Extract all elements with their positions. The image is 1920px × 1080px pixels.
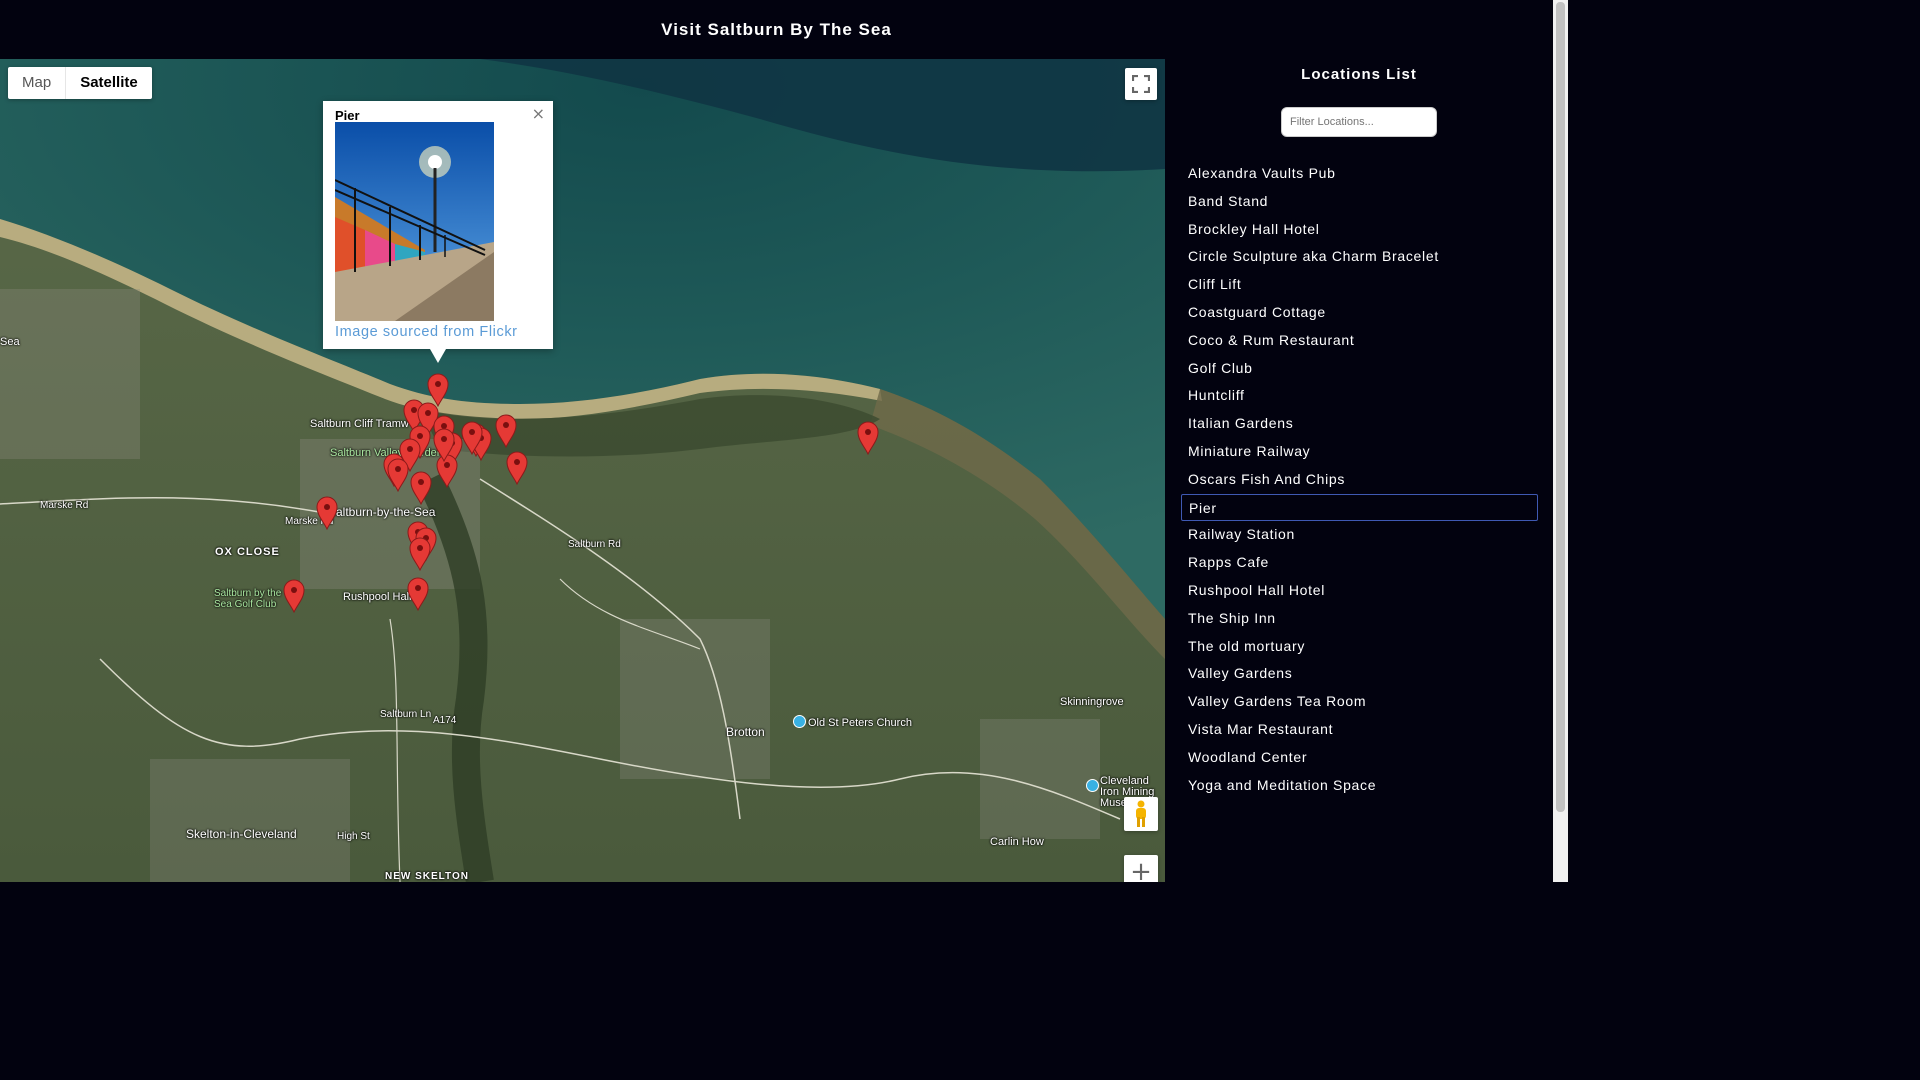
location-marker-icon[interactable]: [857, 421, 879, 456]
locations-list: Alexandra Vaults Pub Band Stand Brockley H…: [1181, 160, 1538, 799]
sidebar-title: Locations List: [1301, 66, 1417, 83]
map-type-map-button[interactable]: Map: [8, 67, 65, 99]
street-view-pegman-button[interactable]: [1124, 797, 1158, 831]
location-marker-icon[interactable]: [316, 496, 338, 531]
info-window: Pier × Image sourced from Flickr: [323, 101, 553, 363]
location-item[interactable]: Italian Gardens: [1181, 410, 1538, 438]
location-marker-icon[interactable]: [407, 577, 429, 612]
plus-icon: +: [1130, 857, 1152, 882]
pier-photo: [335, 122, 494, 321]
location-item[interactable]: Alexandra Vaults Pub: [1181, 160, 1538, 188]
scrollbar-thumb[interactable]: [1556, 2, 1565, 812]
flickr-source-link[interactable]: Image sourced from Flickr: [335, 324, 518, 340]
page-scrollbar[interactable]: [1553, 0, 1568, 882]
zoom-in-button[interactable]: +: [1124, 855, 1158, 882]
location-marker-icon[interactable]: [283, 579, 305, 614]
location-item[interactable]: Yoga and Meditation Space: [1181, 772, 1538, 800]
location-item[interactable]: Valley Gardens Tea Room: [1181, 688, 1538, 716]
location-item[interactable]: Brockley Hall Hotel: [1181, 216, 1538, 244]
app-header: Visit Saltburn By The Sea: [0, 0, 1553, 59]
map-canvas[interactable]: Saltburn Cliff Tramw Saltburn Valley Gar…: [0, 59, 1165, 882]
location-marker-icon[interactable]: [410, 471, 432, 506]
location-item[interactable]: Oscars Fish And Chips: [1181, 466, 1538, 494]
page-title: Visit Saltburn By The Sea: [661, 19, 892, 39]
location-item[interactable]: The old mortuary: [1181, 633, 1538, 661]
location-item[interactable]: Woodland Center: [1181, 744, 1538, 772]
location-item[interactable]: Coco & Rum Restaurant: [1181, 327, 1538, 355]
location-item[interactable]: Band Stand: [1181, 188, 1538, 216]
filter-locations-input[interactable]: [1281, 107, 1437, 137]
location-marker-icon[interactable]: [409, 537, 431, 572]
location-item[interactable]: Rapps Cafe: [1181, 549, 1538, 577]
location-marker-icon[interactable]: [495, 414, 517, 449]
location-marker-icon[interactable]: [387, 458, 409, 493]
close-icon[interactable]: ×: [532, 104, 545, 123]
fullscreen-icon: [1132, 75, 1150, 93]
pegman-icon: [1136, 800, 1146, 827]
location-item[interactable]: Circle Sculpture aka Charm Bracelet: [1181, 243, 1538, 271]
location-item[interactable]: Golf Club: [1181, 355, 1538, 383]
location-item[interactable]: Vista Mar Restaurant: [1181, 716, 1538, 744]
location-item[interactable]: Rushpool Hall Hotel: [1181, 577, 1538, 605]
info-window-title: Pier: [335, 108, 360, 123]
location-item[interactable]: Valley Gardens: [1181, 660, 1538, 688]
marker-layer: [283, 373, 879, 614]
locations-sidebar: Locations List Alexandra Vaults PubBand …: [1165, 59, 1553, 882]
location-item[interactable]: Railway Station: [1181, 521, 1538, 549]
location-item[interactable]: Miniature Railway: [1181, 438, 1538, 466]
location-item[interactable]: Huntcliff: [1181, 382, 1538, 410]
info-window-tail: [430, 349, 446, 363]
fullscreen-button[interactable]: [1125, 68, 1157, 100]
map-type-control: Map Satellite: [8, 67, 152, 99]
map-type-satellite-button[interactable]: Satellite: [65, 67, 152, 99]
location-item[interactable]: The Ship Inn: [1181, 605, 1538, 633]
location-item[interactable]: Cliff Lift: [1181, 271, 1538, 299]
location-item[interactable]: Pier: [1181, 493, 1538, 522]
location-marker-icon[interactable]: [506, 451, 528, 486]
location-item[interactable]: Coastguard Cottage: [1181, 299, 1538, 327]
location-marker-icon[interactable]: [436, 454, 458, 489]
location-marker-icon[interactable]: [427, 373, 449, 408]
